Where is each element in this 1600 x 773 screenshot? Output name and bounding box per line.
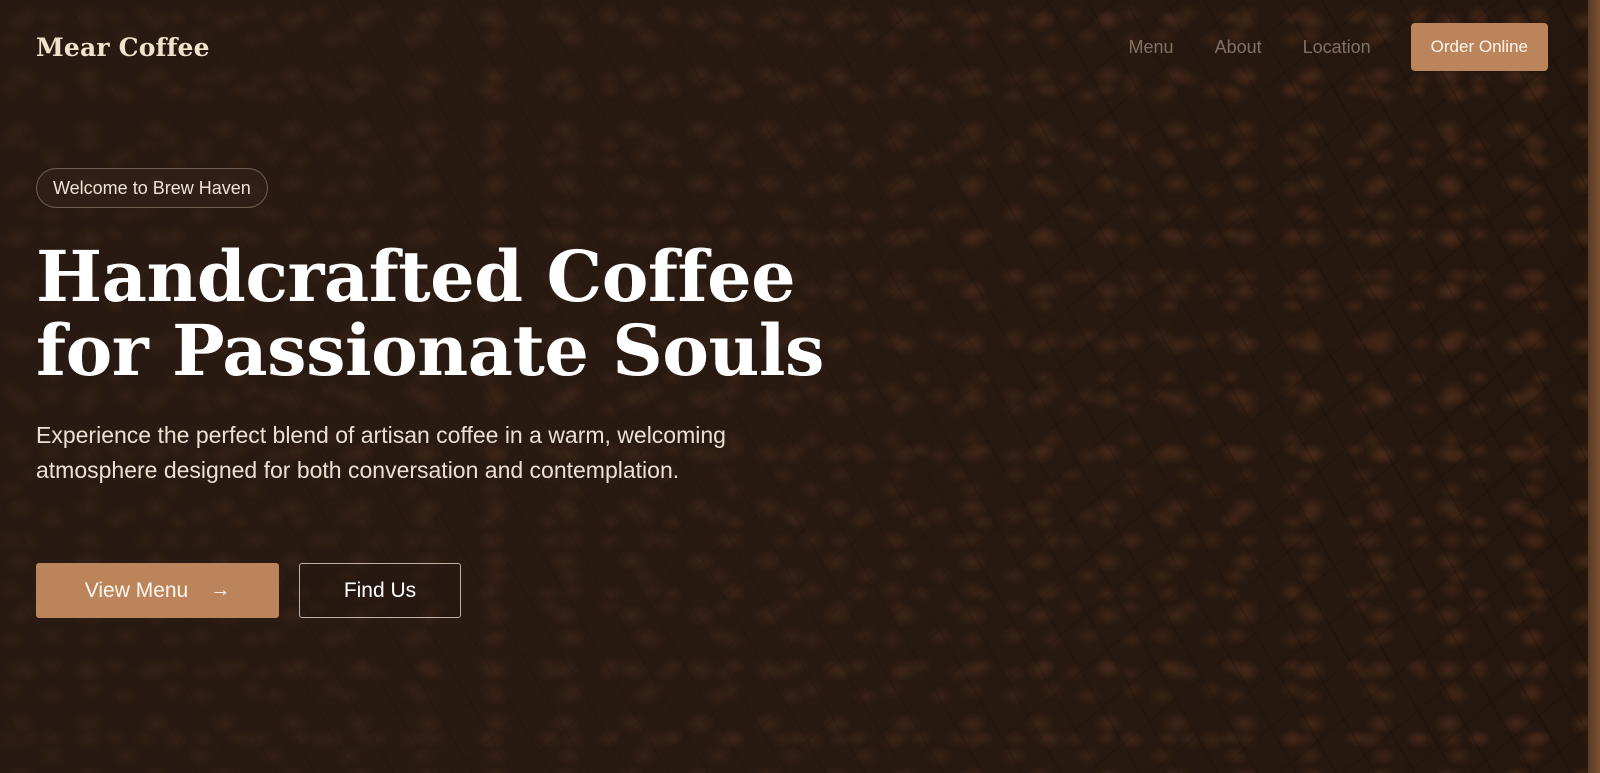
welcome-badge: Welcome to Brew Haven <box>36 168 268 208</box>
headline-line-1: Handcrafted Coffee <box>36 235 796 318</box>
hero-actions: View Menu → Find Us <box>36 563 461 618</box>
page-edge <box>1588 0 1600 773</box>
nav-link-location[interactable]: Location <box>1303 37 1371 58</box>
brand-logo[interactable]: Mear Coffee <box>36 33 210 62</box>
view-menu-label: View Menu <box>84 578 189 602</box>
order-online-button[interactable]: Order Online <box>1410 23 1548 71</box>
nav-links: Menu About Location Order Online <box>1088 23 1548 71</box>
view-menu-button[interactable]: View Menu → <box>36 563 279 618</box>
find-us-button[interactable]: Find Us <box>299 563 461 618</box>
top-navigation: Mear Coffee Menu About Location Order On… <box>36 22 1548 72</box>
nav-link-menu[interactable]: Menu <box>1129 37 1174 58</box>
hero-section: Mear Coffee Menu About Location Order On… <box>0 0 1600 773</box>
headline-line-2: for Passionate Souls <box>36 309 824 392</box>
hero-description: Experience the perfect blend of artisan … <box>36 422 726 483</box>
nav-link-about[interactable]: About <box>1215 37 1262 58</box>
hero-headline: Handcrafted Coffee for Passionate Souls <box>36 235 824 392</box>
arrow-right-icon: → <box>210 579 231 601</box>
